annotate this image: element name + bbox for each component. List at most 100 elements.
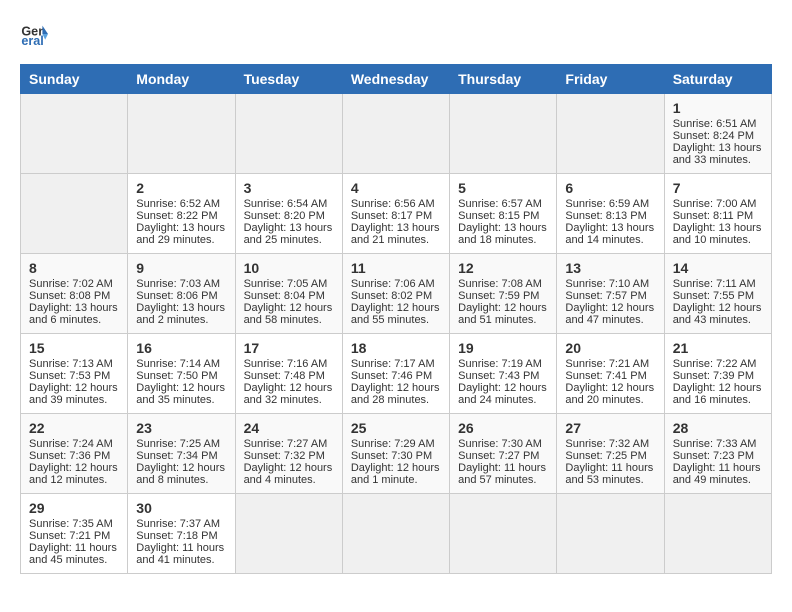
daylight-text: Daylight: 13 hours and 6 minutes.	[29, 302, 119, 326]
daylight-text: Daylight: 13 hours and 14 minutes.	[565, 222, 655, 246]
daylight-text: Daylight: 11 hours and 41 minutes.	[136, 542, 226, 566]
daylight-text: Daylight: 13 hours and 10 minutes.	[673, 222, 763, 246]
day-number: 7	[673, 180, 763, 196]
calendar-cell: 26Sunrise: 7:30 AMSunset: 7:27 PMDayligh…	[450, 414, 557, 494]
calendar-cell: 25Sunrise: 7:29 AMSunset: 7:30 PMDayligh…	[342, 414, 449, 494]
day-number: 13	[565, 260, 655, 276]
calendar-cell	[128, 94, 235, 174]
sunrise-text: Sunrise: 7:30 AM	[458, 438, 548, 450]
calendar-cell: 3Sunrise: 6:54 AMSunset: 8:20 PMDaylight…	[235, 174, 342, 254]
day-number: 28	[673, 420, 763, 436]
sunset-text: Sunset: 7:36 PM	[29, 450, 119, 462]
sunset-text: Sunset: 7:41 PM	[565, 370, 655, 382]
sunrise-text: Sunrise: 6:57 AM	[458, 198, 548, 210]
sunrise-text: Sunrise: 7:37 AM	[136, 518, 226, 530]
day-number: 4	[351, 180, 441, 196]
sunrise-text: Sunrise: 7:14 AM	[136, 358, 226, 370]
daylight-text: Daylight: 12 hours and 39 minutes.	[29, 382, 119, 406]
calendar-cell: 12Sunrise: 7:08 AMSunset: 7:59 PMDayligh…	[450, 254, 557, 334]
daylight-text: Daylight: 12 hours and 28 minutes.	[351, 382, 441, 406]
daylight-text: Daylight: 13 hours and 18 minutes.	[458, 222, 548, 246]
calendar-cell	[235, 494, 342, 574]
sunset-text: Sunset: 8:15 PM	[458, 210, 548, 222]
sunset-text: Sunset: 8:02 PM	[351, 290, 441, 302]
sunset-text: Sunset: 7:21 PM	[29, 530, 119, 542]
column-header-saturday: Saturday	[664, 65, 771, 94]
calendar-week-row: 2Sunrise: 6:52 AMSunset: 8:22 PMDaylight…	[21, 174, 772, 254]
calendar-cell: 27Sunrise: 7:32 AMSunset: 7:25 PMDayligh…	[557, 414, 664, 494]
daylight-text: Daylight: 12 hours and 16 minutes.	[673, 382, 763, 406]
day-number: 21	[673, 340, 763, 356]
sunset-text: Sunset: 8:06 PM	[136, 290, 226, 302]
sunrise-text: Sunrise: 7:10 AM	[565, 278, 655, 290]
day-number: 29	[29, 500, 119, 516]
calendar-cell: 2Sunrise: 6:52 AMSunset: 8:22 PMDaylight…	[128, 174, 235, 254]
daylight-text: Daylight: 12 hours and 51 minutes.	[458, 302, 548, 326]
calendar-cell: 5Sunrise: 6:57 AMSunset: 8:15 PMDaylight…	[450, 174, 557, 254]
column-header-tuesday: Tuesday	[235, 65, 342, 94]
sunset-text: Sunset: 8:11 PM	[673, 210, 763, 222]
daylight-text: Daylight: 12 hours and 35 minutes.	[136, 382, 226, 406]
daylight-text: Daylight: 11 hours and 57 minutes.	[458, 462, 548, 486]
sunset-text: Sunset: 7:57 PM	[565, 290, 655, 302]
calendar-cell: 21Sunrise: 7:22 AMSunset: 7:39 PMDayligh…	[664, 334, 771, 414]
calendar-cell	[342, 494, 449, 574]
day-number: 26	[458, 420, 548, 436]
calendar-week-row: 1Sunrise: 6:51 AMSunset: 8:24 PMDaylight…	[21, 94, 772, 174]
sunset-text: Sunset: 8:08 PM	[29, 290, 119, 302]
calendar-cell: 7Sunrise: 7:00 AMSunset: 8:11 PMDaylight…	[664, 174, 771, 254]
sunrise-text: Sunrise: 7:35 AM	[29, 518, 119, 530]
sunrise-text: Sunrise: 7:08 AM	[458, 278, 548, 290]
sunrise-text: Sunrise: 7:24 AM	[29, 438, 119, 450]
calendar-week-row: 8Sunrise: 7:02 AMSunset: 8:08 PMDaylight…	[21, 254, 772, 334]
daylight-text: Daylight: 12 hours and 20 minutes.	[565, 382, 655, 406]
calendar-cell: 6Sunrise: 6:59 AMSunset: 8:13 PMDaylight…	[557, 174, 664, 254]
sunset-text: Sunset: 8:17 PM	[351, 210, 441, 222]
sunset-text: Sunset: 7:59 PM	[458, 290, 548, 302]
calendar-cell	[235, 94, 342, 174]
calendar-cell: 14Sunrise: 7:11 AMSunset: 7:55 PMDayligh…	[664, 254, 771, 334]
sunrise-text: Sunrise: 7:27 AM	[244, 438, 334, 450]
calendar-cell: 9Sunrise: 7:03 AMSunset: 8:06 PMDaylight…	[128, 254, 235, 334]
sunrise-text: Sunrise: 7:02 AM	[29, 278, 119, 290]
calendar-cell: 17Sunrise: 7:16 AMSunset: 7:48 PMDayligh…	[235, 334, 342, 414]
day-number: 3	[244, 180, 334, 196]
daylight-text: Daylight: 11 hours and 53 minutes.	[565, 462, 655, 486]
calendar-table: SundayMondayTuesdayWednesdayThursdayFrid…	[20, 64, 772, 574]
calendar-cell: 8Sunrise: 7:02 AMSunset: 8:08 PMDaylight…	[21, 254, 128, 334]
daylight-text: Daylight: 12 hours and 47 minutes.	[565, 302, 655, 326]
day-number: 11	[351, 260, 441, 276]
daylight-text: Daylight: 12 hours and 55 minutes.	[351, 302, 441, 326]
calendar-cell: 18Sunrise: 7:17 AMSunset: 7:46 PMDayligh…	[342, 334, 449, 414]
sunrise-text: Sunrise: 7:03 AM	[136, 278, 226, 290]
logo-icon: Gen eral	[20, 20, 48, 48]
calendar-cell	[342, 94, 449, 174]
sunrise-text: Sunrise: 6:56 AM	[351, 198, 441, 210]
sunset-text: Sunset: 7:34 PM	[136, 450, 226, 462]
calendar-cell: 23Sunrise: 7:25 AMSunset: 7:34 PMDayligh…	[128, 414, 235, 494]
day-number: 25	[351, 420, 441, 436]
column-header-wednesday: Wednesday	[342, 65, 449, 94]
sunset-text: Sunset: 7:23 PM	[673, 450, 763, 462]
calendar-week-row: 15Sunrise: 7:13 AMSunset: 7:53 PMDayligh…	[21, 334, 772, 414]
calendar-cell: 16Sunrise: 7:14 AMSunset: 7:50 PMDayligh…	[128, 334, 235, 414]
calendar-cell: 30Sunrise: 7:37 AMSunset: 7:18 PMDayligh…	[128, 494, 235, 574]
day-number: 15	[29, 340, 119, 356]
sunrise-text: Sunrise: 7:16 AM	[244, 358, 334, 370]
calendar-cell: 10Sunrise: 7:05 AMSunset: 8:04 PMDayligh…	[235, 254, 342, 334]
sunrise-text: Sunrise: 6:52 AM	[136, 198, 226, 210]
calendar-cell	[450, 494, 557, 574]
daylight-text: Daylight: 12 hours and 1 minute.	[351, 462, 441, 486]
day-number: 10	[244, 260, 334, 276]
sunset-text: Sunset: 7:30 PM	[351, 450, 441, 462]
calendar-cell: 1Sunrise: 6:51 AMSunset: 8:24 PMDaylight…	[664, 94, 771, 174]
calendar-header-row: SundayMondayTuesdayWednesdayThursdayFrid…	[21, 65, 772, 94]
daylight-text: Daylight: 13 hours and 21 minutes.	[351, 222, 441, 246]
column-header-friday: Friday	[557, 65, 664, 94]
calendar-cell: 29Sunrise: 7:35 AMSunset: 7:21 PMDayligh…	[21, 494, 128, 574]
sunrise-text: Sunrise: 7:19 AM	[458, 358, 548, 370]
sunset-text: Sunset: 8:04 PM	[244, 290, 334, 302]
daylight-text: Daylight: 12 hours and 43 minutes.	[673, 302, 763, 326]
calendar-cell: 19Sunrise: 7:19 AMSunset: 7:43 PMDayligh…	[450, 334, 557, 414]
sunset-text: Sunset: 8:22 PM	[136, 210, 226, 222]
